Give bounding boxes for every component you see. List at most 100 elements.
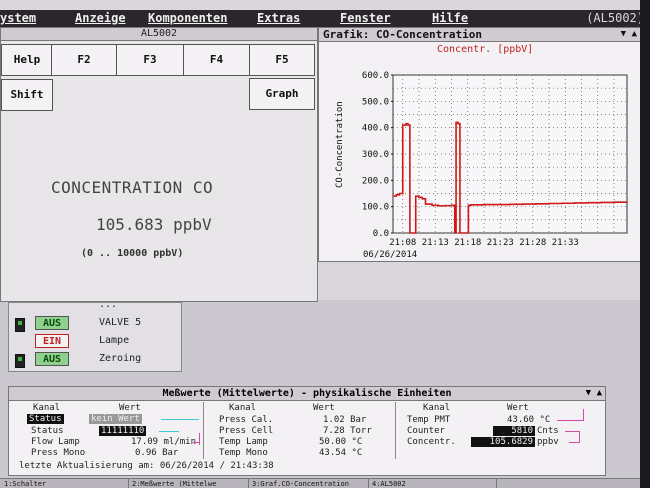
maximize-icon[interactable]: ▲ [597, 387, 602, 400]
menu-system[interactable]: ystem [0, 11, 36, 25]
lead-line [193, 442, 200, 443]
temp-lamp-value: 50.00 °C [319, 437, 363, 447]
valve-icon [15, 318, 25, 332]
col3-kanal-header: Kanal [423, 403, 451, 413]
task-messwerte[interactable]: 2:Meßwerte (Mittelwe [128, 479, 249, 488]
x-tick-label: 21:23 [487, 238, 514, 248]
menu-extras[interactable]: Extras [257, 11, 300, 25]
co-chart: 0.0 100.0 200.0 300.0 400.0 500.0 600.0 21:08 21… [362, 71, 628, 248]
help-button[interactable]: Help [1, 44, 53, 76]
temp-pmt-name: Temp PMT [407, 415, 451, 425]
lampe-label: Lampe [99, 335, 130, 346]
status2-name: Status [31, 426, 64, 436]
zeroing-label: Zeroing [99, 353, 142, 364]
col2-kanal-header: Kanal [229, 403, 257, 413]
switch-label: ... [99, 299, 118, 310]
counter-unit: Cnts [537, 426, 559, 436]
menubar: ystem Anzeige Komponenten Extras Fenster… [0, 10, 650, 27]
switch-row: ... [9, 298, 179, 314]
counter-value: 5810 [493, 426, 535, 436]
lampe-state-badge[interactable]: EIN [35, 334, 69, 348]
x-tick-label: 21:33 [552, 238, 579, 248]
measurement-title: Meßwerte (Mittelwerte) - physikalische E… [162, 388, 452, 399]
lead-line [557, 420, 583, 421]
concentration-range: (0 .. 10000 ppbV) [81, 248, 184, 259]
press-cell-name: Press Cell [219, 426, 274, 436]
col3-wert-header: Wert [507, 403, 529, 413]
graph-button[interactable]: Graph [249, 78, 315, 110]
chart-window: Grafik: CO-Concentration ▼ ▲ Concentr. [… [318, 27, 641, 262]
switch-row-zeroing[interactable]: AUS Zeroing [9, 352, 179, 368]
switch-panel: ... AUS VALVE 5 EIN Lampe AUS Zeroing [8, 299, 182, 372]
minimize-icon[interactable]: ▼ [586, 387, 591, 400]
status-name: Status [27, 414, 64, 424]
al5002-window: AL5002 Help F2 F3 F4 F5 Shift Graph CONC… [0, 27, 318, 302]
temp-lamp-name: Temp Lamp [219, 437, 268, 447]
menu-hilfe[interactable]: Hilfe [432, 11, 468, 25]
taskbar: 1:Schalter 2:Meßwerte (Mittelwe 3:Graf.C… [0, 478, 650, 488]
menu-fenster[interactable]: Fenster [340, 11, 391, 25]
concentr-name: Concentr. [407, 437, 456, 447]
column-divider [395, 402, 396, 459]
valve5-label: VALVE 5 [99, 317, 142, 328]
chart-date: 06/26/2014 [363, 250, 418, 260]
switch-row-valve5[interactable]: AUS VALVE 5 [9, 316, 179, 332]
concentration-label: CONCENTRATION CO [51, 178, 214, 197]
lead-line [199, 433, 200, 445]
lead-line [569, 442, 579, 443]
y-tick-label: 100.0 [362, 203, 389, 213]
col1-wert-header: Wert [119, 403, 141, 413]
shift-button[interactable]: Shift [1, 79, 53, 111]
valve5-state-badge[interactable]: AUS [35, 316, 69, 330]
column-divider [203, 402, 204, 459]
task-al5002[interactable]: 4:AL5002 [368, 479, 497, 488]
flow-lamp-value: 17.09 ml/min [131, 437, 197, 447]
y-tick-label: 500.0 [362, 97, 389, 107]
press-cal-name: Press Cal. [219, 415, 274, 425]
flow-lamp-name: Flow Lamp [31, 437, 80, 447]
last-update-text: letzte Aktualisierung am: 06/26/2014 / 2… [19, 461, 274, 471]
x-tick-label: 21:08 [389, 238, 416, 248]
concentration-value: 105.683 ppbV [96, 215, 212, 234]
counter-name: Counter [407, 426, 445, 436]
lead-line [583, 409, 584, 421]
temp-mono-name: Temp Mono [219, 448, 268, 458]
y-tick-label: 400.0 [362, 124, 389, 134]
x-tick-label: 21:13 [422, 238, 449, 248]
measurement-window: Meßwerte (Mittelwerte) - physikalische E… [8, 386, 606, 476]
al5002-title: AL5002 [1, 28, 317, 41]
x-tick-label: 21:28 [519, 238, 546, 248]
screen: ystem Anzeige Komponenten Extras Fenster… [0, 0, 650, 488]
y-tick-label: 600.0 [362, 71, 389, 81]
menu-anzeige[interactable]: Anzeige [75, 11, 126, 25]
lead-line [579, 431, 580, 443]
col1-kanal-header: Kanal [33, 403, 61, 413]
switch-row-lampe[interactable]: EIN Lampe [9, 334, 179, 350]
f3-button[interactable]: F3 [116, 44, 184, 76]
measurement-titlebar[interactable]: Meßwerte (Mittelwerte) - physikalische E… [9, 387, 605, 401]
press-cal-value: 1.02 Bar [323, 415, 367, 425]
f2-button[interactable]: F2 [51, 44, 117, 76]
concentr-value: 105.6829 [471, 437, 535, 447]
lead-line [161, 419, 199, 420]
col2-wert-header: Wert [313, 403, 335, 413]
press-cell-value: 7.28 Torr [323, 426, 372, 436]
temp-mono-value: 43.54 °C [319, 448, 363, 458]
status-value: kein Wert [89, 414, 142, 424]
zeroing-state-badge[interactable]: AUS [35, 352, 69, 366]
temp-pmt-value: 43.60 °C [507, 415, 551, 425]
concentr-unit: ppbv [537, 437, 559, 447]
monitor-bezel [640, 0, 650, 488]
valve-icon [15, 354, 25, 368]
task-schalter[interactable]: 1:Schalter [0, 479, 129, 488]
status2-value: 11111110 [99, 426, 147, 436]
press-mono-name: Press Mono [31, 448, 86, 458]
task-grafik[interactable]: 3:Graf.CO-Concentration [248, 479, 369, 488]
f4-button[interactable]: F4 [183, 44, 250, 76]
menu-komponenten[interactable]: Komponenten [148, 11, 227, 25]
lead-line [565, 431, 579, 432]
f5-button[interactable]: F5 [249, 44, 315, 76]
y-tick-label: 200.0 [362, 176, 389, 186]
x-tick-label: 21:18 [454, 238, 481, 248]
y-tick-label: 300.0 [362, 150, 389, 160]
